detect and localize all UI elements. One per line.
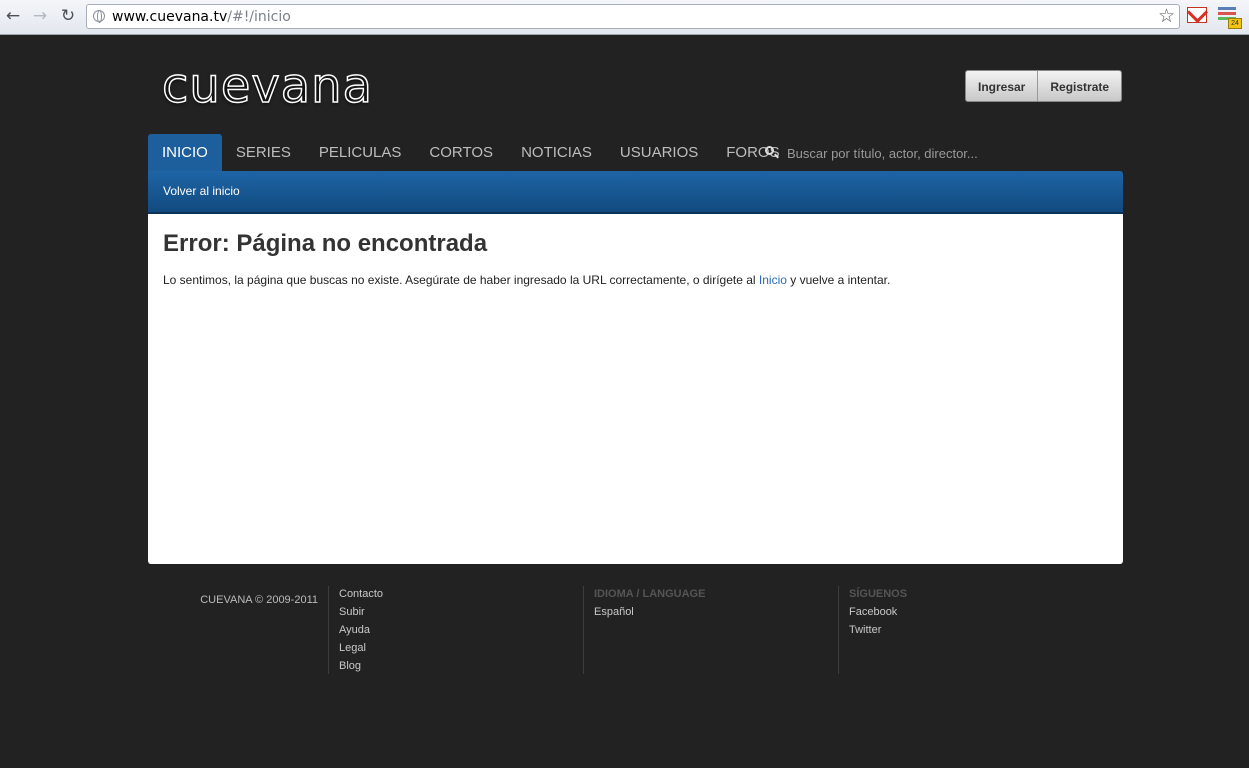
footer-link-legal[interactable]: Legal — [339, 641, 583, 659]
nav-item-inicio[interactable]: INICIO — [148, 134, 222, 171]
footer: CUEVANA © 2009-2011 Contacto Subir Ayuda… — [148, 586, 1123, 676]
search-box — [765, 134, 1105, 171]
login-button[interactable]: Ingresar — [965, 70, 1039, 102]
extension-icon-bar — [1218, 12, 1236, 15]
extension-icon[interactable]: 24 — [1218, 6, 1242, 29]
back-to-home-link[interactable]: Volver al inicio — [163, 184, 240, 198]
cuevana-logo[interactable]: cuevana — [161, 57, 373, 115]
footer-link-ayuda[interactable]: Ayuda — [339, 623, 583, 641]
nav-item-series[interactable]: SERIES — [222, 134, 305, 171]
browser-toolbar: ← → ↻ www.cuevana.tv/#!/inicio ☆ 24 — [0, 0, 1249, 35]
footer-language-column: IDIOMA / LANGUAGE Español — [583, 586, 838, 674]
address-bar[interactable]: www.cuevana.tv/#!/inicio ☆ — [86, 4, 1180, 29]
footer-link-contacto[interactable]: Contacto — [339, 587, 583, 605]
error-message-text: Lo sentimos, la página que buscas no exi… — [163, 273, 759, 287]
search-icon[interactable] — [765, 146, 774, 155]
extension-badge: 24 — [1228, 18, 1242, 29]
footer-social-column: SÍGUENOS Facebook Twitter — [838, 586, 1093, 674]
error-message: Lo sentimos, la página que buscas no exi… — [163, 273, 890, 287]
footer-link-blog[interactable]: Blog — [339, 659, 583, 677]
back-arrow-icon[interactable]: ← — [3, 6, 23, 26]
url-host: www.cuevana.tv — [112, 9, 228, 25]
language-option-espanol[interactable]: Español — [594, 605, 838, 623]
footer-link-subir[interactable]: Subir — [339, 605, 583, 623]
nav-item-usuarios[interactable]: USUARIOS — [606, 134, 712, 171]
auth-buttons: Ingresar Registrate — [965, 70, 1123, 102]
error-message-text-end: y vuelve a intentar. — [786, 273, 891, 287]
social-heading: SÍGUENOS — [849, 588, 908, 600]
nav-item-peliculas[interactable]: PELICULAS — [305, 134, 416, 171]
nav-item-cortos[interactable]: CORTOS — [415, 134, 507, 171]
twitter-link[interactable]: Twitter — [849, 623, 1093, 641]
forward-arrow-icon[interactable]: → — [30, 6, 50, 26]
facebook-link[interactable]: Facebook — [849, 605, 1093, 623]
reload-icon[interactable]: ↻ — [58, 6, 78, 26]
sub-nav-bar: Volver al inicio — [148, 171, 1123, 214]
main-nav: INICIO SERIES PELICULAS CORTOS NOTICIAS … — [148, 134, 794, 171]
footer-links-column: Contacto Subir Ayuda Legal Blog — [328, 586, 583, 674]
url-path: /#!/inicio — [227, 9, 291, 25]
globe-icon — [93, 10, 105, 23]
home-link[interactable]: Inicio — [759, 273, 787, 287]
page-title: Error: Página no encontrada — [163, 230, 488, 257]
register-button[interactable]: Registrate — [1038, 70, 1123, 102]
gmail-icon[interactable] — [1187, 7, 1207, 23]
address-url[interactable]: www.cuevana.tv/#!/inicio — [112, 9, 291, 25]
nav-item-noticias[interactable]: NOTICIAS — [507, 134, 606, 171]
language-heading: IDIOMA / LANGUAGE — [594, 588, 706, 600]
copyright: CUEVANA © 2009-2011 — [200, 594, 318, 606]
bookmark-star-icon[interactable]: ☆ — [1158, 5, 1175, 28]
extension-icon-bar — [1218, 7, 1236, 10]
content-panel: Error: Página no encontrada Lo sentimos,… — [148, 214, 1123, 564]
search-input[interactable] — [785, 142, 1089, 164]
